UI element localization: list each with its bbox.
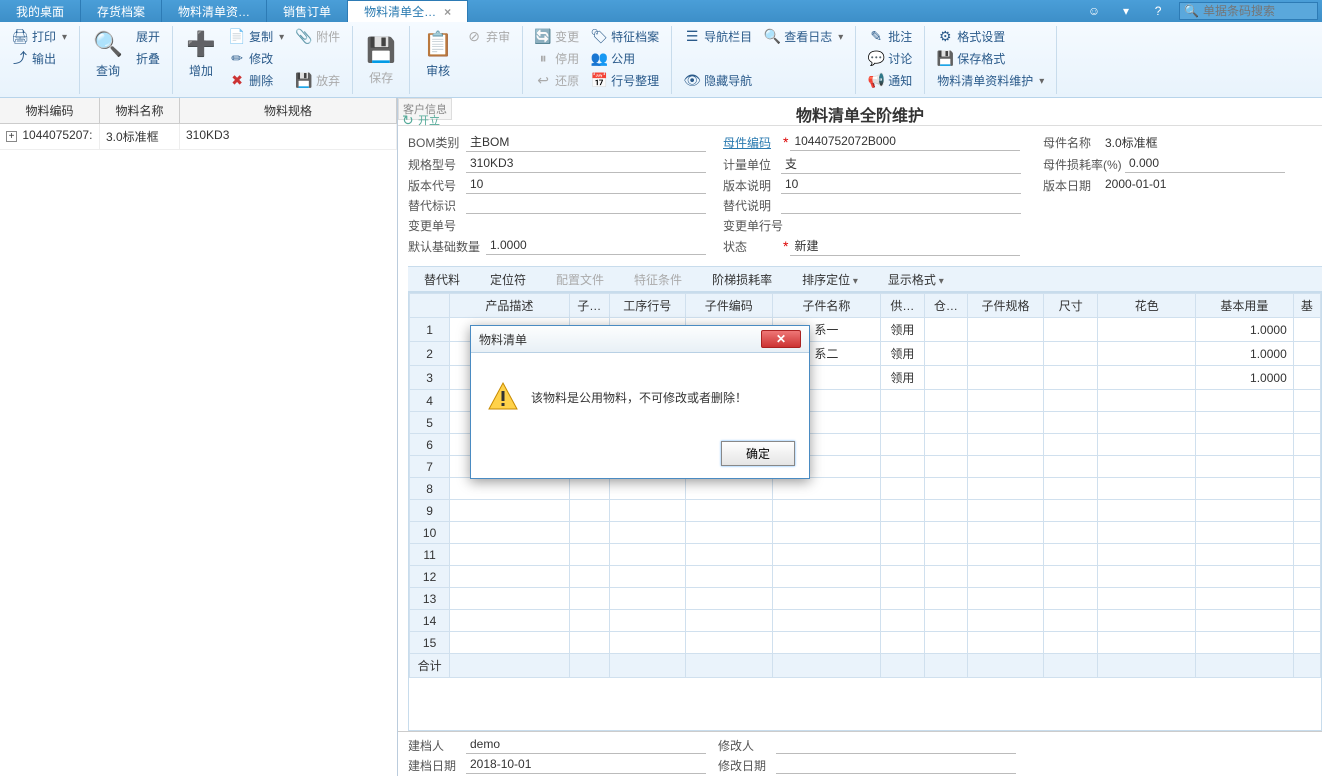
modal-message: 该物料是公用物料，不可修改或者删除！ — [531, 389, 747, 406]
modal-title: 物料清单 — [479, 331, 527, 348]
modal-ok-button[interactable]: 确定 — [721, 441, 795, 466]
modal-overlay: 物料清单 ✕ 该物料是公用物料，不可修改或者删除！ 确定 — [0, 0, 1322, 776]
modal-close-button[interactable]: ✕ — [761, 330, 801, 348]
warning-icon — [487, 381, 519, 413]
alert-dialog: 物料清单 ✕ 该物料是公用物料，不可修改或者删除！ 确定 — [470, 325, 810, 479]
